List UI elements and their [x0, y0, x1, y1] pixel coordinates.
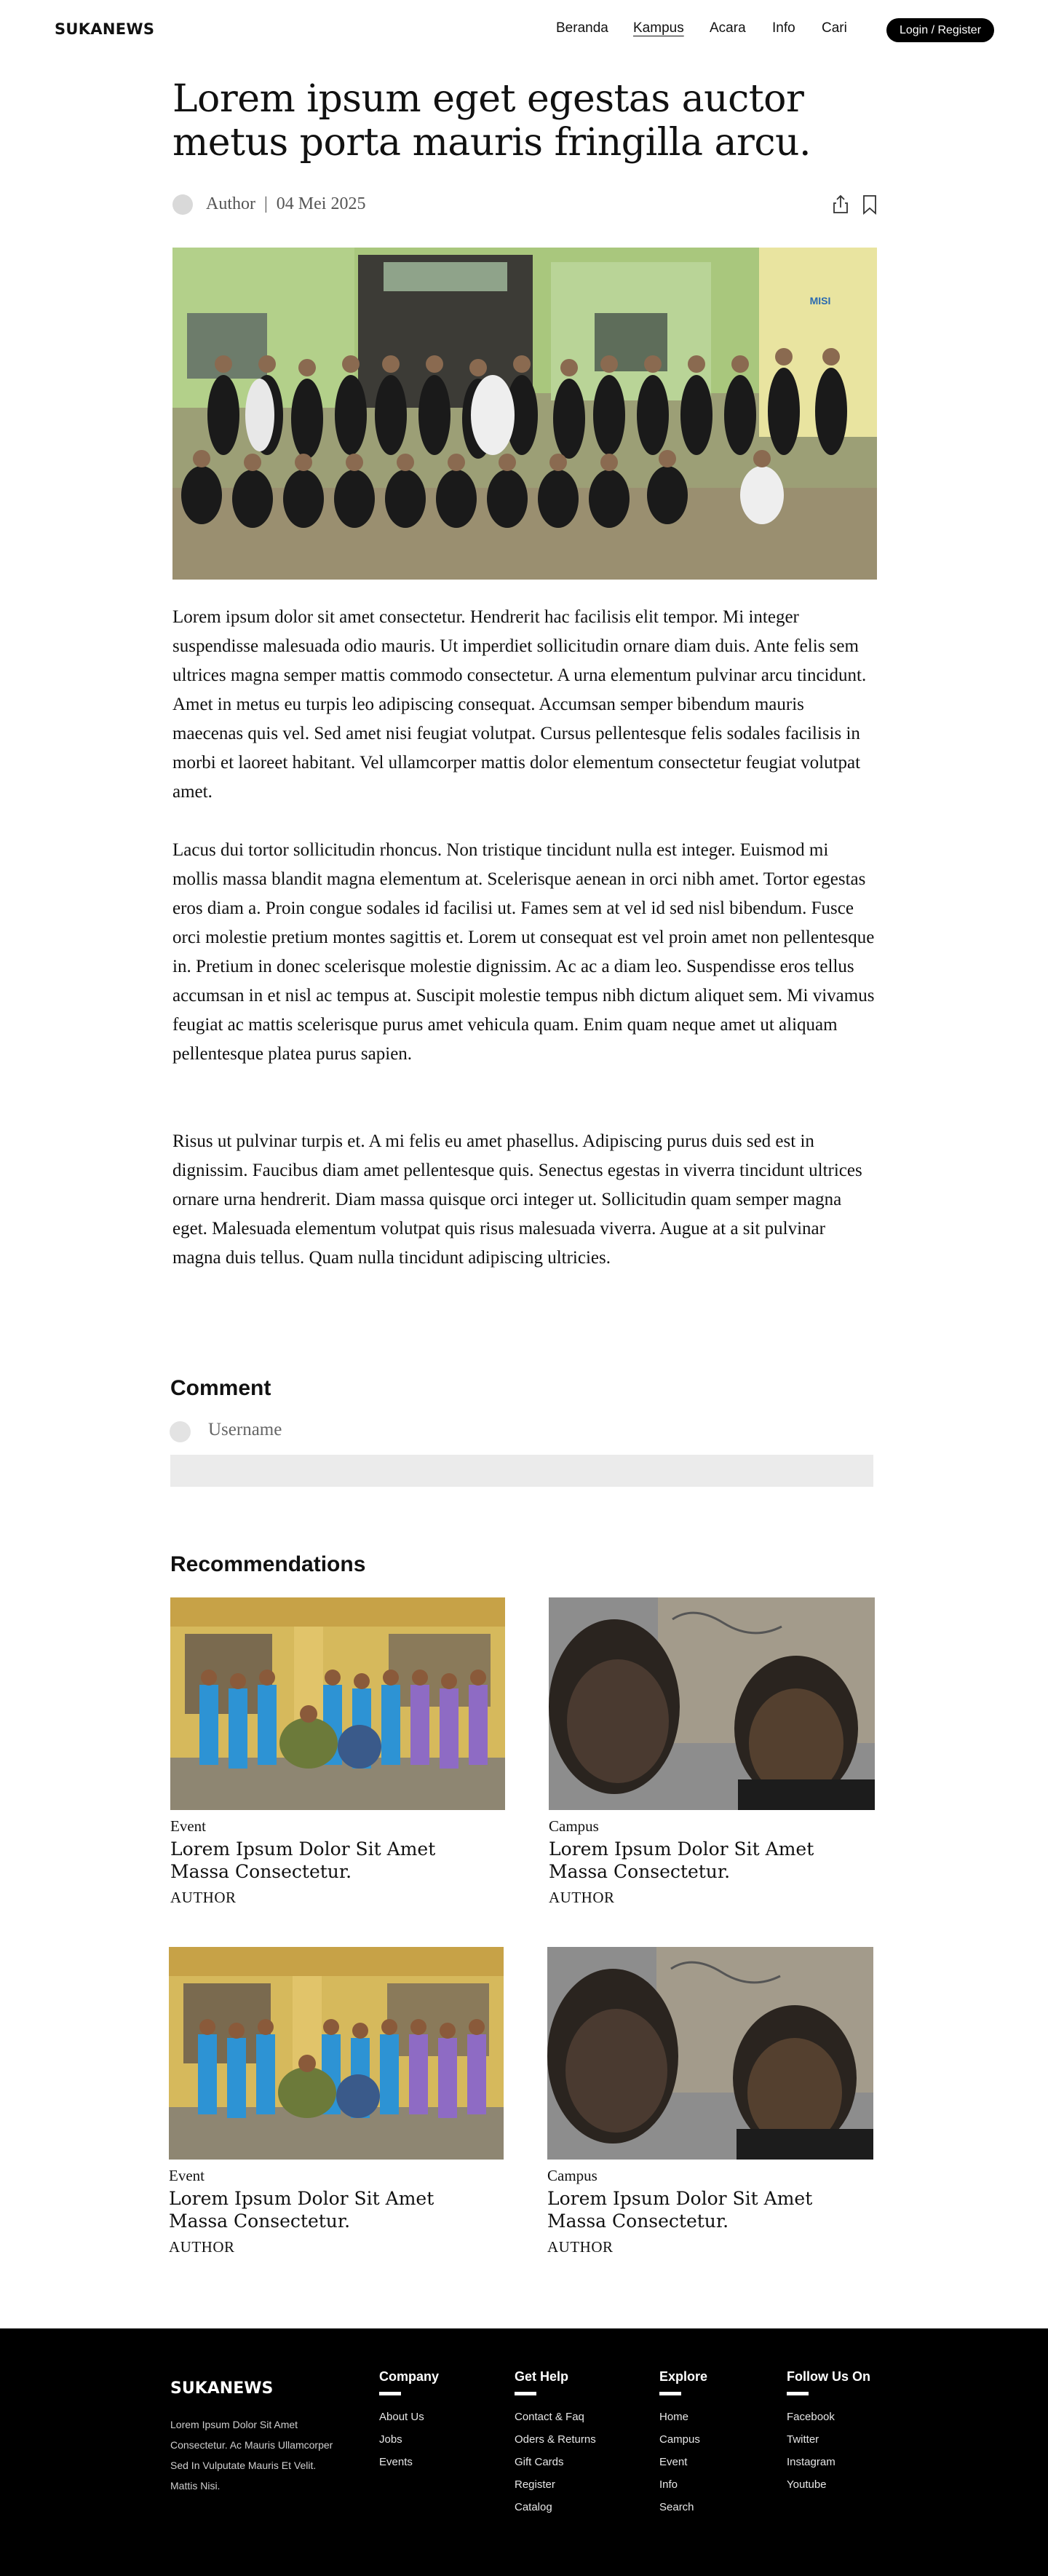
- card-author: AUTHOR: [170, 1889, 237, 1906]
- commenter-avatar: [170, 1421, 191, 1442]
- author-avatar: [172, 194, 193, 215]
- footer-link[interactable]: Events: [379, 2451, 439, 2473]
- footer-link[interactable]: Search: [659, 2496, 707, 2518]
- footer-description: Lorem Ipsum Dolor Sit Amet Consectetur. …: [170, 2419, 333, 2492]
- comment-heading: Comment: [170, 1376, 271, 1400]
- card-author: AUTHOR: [169, 2238, 235, 2256]
- card-title[interactable]: Lorem Ipsum Dolor Sit Amet Massa Consect…: [170, 1838, 461, 1883]
- footer-link[interactable]: About Us: [379, 2406, 439, 2428]
- card-category: Event: [170, 1817, 206, 1835]
- recommendation-card[interactable]: Event Lorem Ipsum Dolor Sit Amet Massa C…: [169, 1947, 504, 2267]
- card-thumbnail[interactable]: [549, 1597, 875, 1810]
- share-icon[interactable]: [830, 194, 851, 216]
- bookmark-icon[interactable]: [860, 194, 879, 216]
- card-category: Campus: [547, 2167, 598, 2184]
- footer-link[interactable]: Info: [659, 2473, 707, 2496]
- commenter-username: Username: [208, 1420, 282, 1439]
- footer-link[interactable]: Home: [659, 2406, 707, 2428]
- footer-link[interactable]: Campus: [659, 2428, 707, 2451]
- footer-link[interactable]: Contact & Faq: [515, 2406, 596, 2428]
- footer-title-underline: [787, 2392, 809, 2395]
- comment-input[interactable]: [170, 1455, 873, 1487]
- article-title: Lorem ipsum eget egestas auctor metus po…: [172, 77, 811, 165]
- article-hero-image: MISI: [172, 248, 877, 580]
- recommendation-card[interactable]: Event Lorem Ipsum Dolor Sit Amet Massa C…: [170, 1597, 505, 1918]
- article-paragraph: Lorem ipsum dolor sit amet consectetur. …: [172, 607, 867, 802]
- recommendation-card[interactable]: Campus Lorem Ipsum Dolor Sit Amet Massa …: [547, 1947, 882, 2267]
- footer-link-instagram[interactable]: Instagram: [787, 2451, 870, 2473]
- hero-sign-text: MISI: [810, 295, 831, 307]
- article-paragraph: Lacus dui tortor sollicitudin rhoncus. N…: [172, 840, 875, 1064]
- footer-link-facebook[interactable]: Facebook: [787, 2406, 870, 2428]
- nav-kampus[interactable]: Kampus: [633, 20, 684, 36]
- footer-link-youtube[interactable]: Youtube: [787, 2473, 870, 2496]
- site-logo[interactable]: SUKANEWS: [55, 20, 154, 38]
- footer-logo[interactable]: SUKANEWS: [170, 2379, 273, 2398]
- login-register-button[interactable]: Login / Register: [886, 18, 994, 42]
- card-category: Event: [169, 2167, 205, 2184]
- nav-cari[interactable]: Cari: [822, 20, 847, 36]
- footer-link[interactable]: Catalog: [515, 2496, 596, 2518]
- footer-column-company: Company About Us Jobs Events: [379, 2369, 439, 2473]
- card-title[interactable]: Lorem Ipsum Dolor Sit Amet Massa Consect…: [169, 2187, 460, 2232]
- site-footer: SUKANEWS Lorem Ipsum Dolor Sit Amet Cons…: [0, 2328, 1048, 2576]
- recommendation-card[interactable]: Campus Lorem Ipsum Dolor Sit Amet Massa …: [549, 1597, 884, 1918]
- card-thumbnail[interactable]: [170, 1597, 505, 1810]
- footer-column-get-help: Get Help Contact & Faq Oders & Returns G…: [515, 2369, 596, 2518]
- nav-info[interactable]: Info: [772, 20, 795, 36]
- footer-column-title: Explore: [659, 2369, 708, 2384]
- nav-acara[interactable]: Acara: [710, 20, 746, 36]
- nav-beranda[interactable]: Beranda: [556, 20, 608, 36]
- footer-column-follow-us: Follow Us On Facebook Twitter Instagram …: [787, 2369, 870, 2496]
- footer-link-twitter[interactable]: Twitter: [787, 2428, 870, 2451]
- recommendations-heading: Recommendations: [170, 1552, 366, 1576]
- card-category: Campus: [549, 1817, 599, 1835]
- footer-link[interactable]: Event: [659, 2451, 707, 2473]
- footer-link[interactable]: Register: [515, 2473, 596, 2496]
- footer-column-title: Company: [379, 2369, 440, 2384]
- footer-link[interactable]: Jobs: [379, 2428, 439, 2451]
- footer-title-underline: [515, 2392, 536, 2395]
- author-date: Author | 04 Mei 2025: [206, 194, 366, 213]
- footer-column-title: Get Help: [515, 2369, 569, 2384]
- card-title[interactable]: Lorem Ipsum Dolor Sit Amet Massa Consect…: [547, 2187, 838, 2232]
- card-author: AUTHOR: [549, 1889, 615, 1906]
- footer-column-explore: Explore Home Campus Event Info Search: [659, 2369, 707, 2518]
- footer-title-underline: [659, 2392, 681, 2395]
- card-thumbnail[interactable]: [547, 1947, 873, 2160]
- card-author: AUTHOR: [547, 2238, 614, 2256]
- article-meta: Author | 04 Mei 2025: [172, 192, 877, 218]
- top-navigation-bar: SUKANEWS Beranda Kampus Acara Info Cari …: [0, 0, 1048, 58]
- card-thumbnail[interactable]: [169, 1947, 504, 2160]
- footer-link[interactable]: Gift Cards: [515, 2451, 596, 2473]
- footer-title-underline: [379, 2392, 401, 2395]
- footer-link[interactable]: Oders & Returns: [515, 2428, 596, 2451]
- article-paragraph: Risus ut pulvinar turpis et. A mi felis …: [172, 1131, 862, 1268]
- card-title[interactable]: Lorem Ipsum Dolor Sit Amet Massa Consect…: [549, 1838, 840, 1883]
- footer-column-title: Follow Us On: [787, 2369, 870, 2384]
